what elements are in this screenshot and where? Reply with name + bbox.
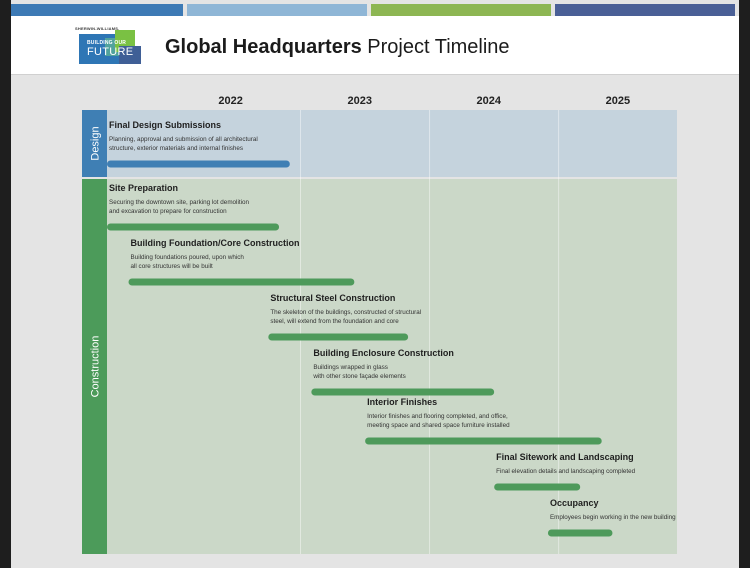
task-description: Securing the downtown site, parking lot …: [109, 199, 250, 206]
task-description: The skeleton of the buildings, construct…: [270, 309, 421, 316]
timeline-poster: SHERWIN-WILLIAMS. BUILDING OUR FUTURE Gl…: [11, 0, 739, 568]
task-description: all core structures will be built: [131, 263, 213, 270]
task-description: steel, will extend from the foundation a…: [270, 318, 399, 325]
phase-label-text: Construction: [90, 336, 102, 398]
task-description: and excavation to prepare for constructi…: [109, 208, 227, 215]
task-name: Building Foundation/Core Construction: [131, 238, 300, 248]
task-bar: [365, 437, 602, 445]
task-description: Planning, approval and submission of all…: [109, 136, 258, 143]
task-description: structure, exterior materials and intern…: [109, 145, 243, 152]
task-bar: [128, 278, 355, 286]
task-bar: [268, 333, 409, 341]
task-bar: [311, 388, 495, 396]
task-description: with other stone façade elements: [312, 373, 405, 380]
task-bar: [107, 223, 280, 231]
phase-label-text: Design: [90, 126, 102, 160]
year-tick-label: 2022: [218, 95, 242, 107]
task-name: Building Enclosure Construction: [313, 348, 454, 358]
task-description: Building foundations poured, upon which: [131, 254, 245, 261]
task-name: Interior Finishes: [367, 397, 437, 407]
task-description: meeting space and shared space furniture…: [367, 422, 510, 429]
task-description: Interior finishes and flooring completed…: [367, 413, 508, 420]
timeline-chart: 2022 2023 2024 2025 Design Construction Final …: [82, 95, 677, 554]
task-name: Occupancy: [550, 498, 599, 508]
task-bar: [547, 529, 613, 537]
task-bar: [107, 160, 290, 168]
task-bar: [494, 483, 581, 491]
task-name: Final Design Submissions: [109, 120, 221, 130]
task-description: Buildings wrapped in glass: [313, 364, 388, 371]
task-description: Employees begin working in the new build…: [550, 514, 676, 521]
year-tick-label: 2023: [347, 95, 371, 107]
year-tick-label: 2025: [606, 95, 630, 107]
year-tick-label: 2024: [477, 95, 502, 107]
task-name: Final Sitework and Landscaping: [496, 452, 634, 462]
task-description: Final elevation details and landscaping …: [496, 468, 635, 475]
task-name: Structural Steel Construction: [270, 293, 395, 303]
task-name: Site Preparation: [109, 183, 178, 193]
